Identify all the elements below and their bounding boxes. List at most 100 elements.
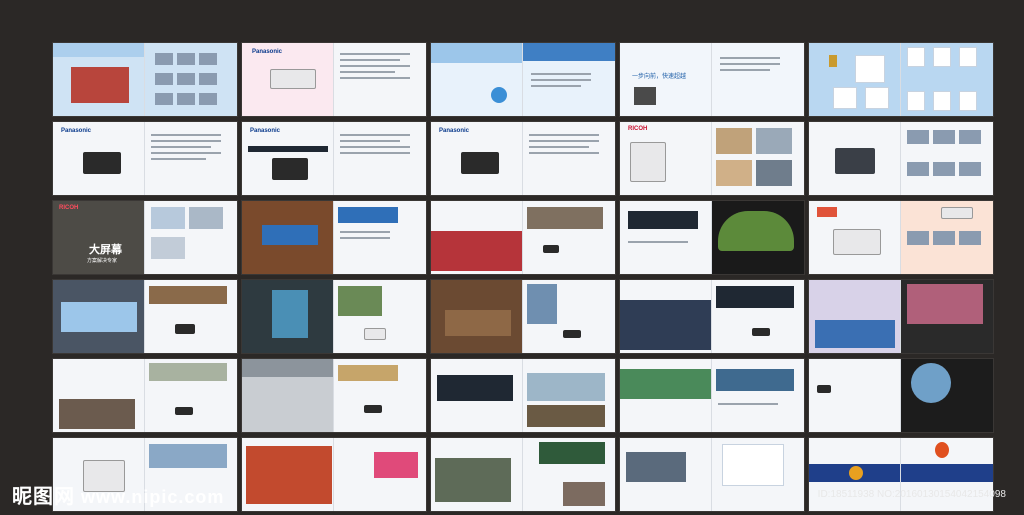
page-left: Panasonic [242, 43, 334, 116]
meeting-room-photo [431, 231, 523, 271]
diagram [151, 207, 185, 229]
page-right [900, 201, 993, 274]
flower-video-wall [246, 446, 332, 504]
page-left [809, 122, 901, 195]
photo [907, 130, 929, 144]
students-photo [563, 482, 605, 506]
page-left: 一步向前，快速超越 [620, 43, 712, 116]
page-right [522, 43, 615, 116]
spec-text [340, 152, 410, 154]
page-left [53, 359, 145, 432]
page-right [144, 122, 237, 195]
spread-r1c2: Panasonic [241, 42, 427, 117]
photo-frame [907, 47, 925, 67]
page-left [620, 201, 712, 274]
page-left: Panasonic [431, 122, 523, 195]
spread-r2c2: Panasonic [241, 121, 427, 196]
photo [933, 231, 955, 245]
display-photo [338, 365, 398, 381]
projector-image [835, 148, 875, 174]
page-left [809, 201, 901, 274]
spec-text [340, 140, 400, 142]
display-photo [272, 290, 308, 338]
building-photo [149, 444, 227, 468]
city-model-photo [527, 405, 605, 427]
page-left [809, 359, 901, 432]
spec-text [340, 53, 410, 55]
page-left [809, 280, 901, 353]
spec-text [340, 59, 400, 61]
projector-image [175, 407, 193, 415]
spec-text [151, 158, 206, 160]
page-right [900, 122, 993, 195]
whiteboard-image [630, 142, 666, 182]
body-text [720, 57, 780, 59]
page-left [431, 201, 523, 274]
photo [177, 73, 195, 85]
photo [177, 53, 195, 65]
image-id: ID:18511938 NO:20160130154042154098 [817, 489, 1006, 500]
page-right [522, 359, 615, 432]
page-left [431, 438, 523, 511]
spec-text [529, 146, 589, 148]
spread-r4c5 [808, 279, 994, 354]
photo-frame [959, 47, 977, 67]
page-right [333, 438, 426, 511]
spec-text [151, 146, 211, 148]
spread-r5c2 [241, 358, 427, 433]
body-text [531, 73, 591, 75]
photo [959, 162, 981, 176]
diagram [189, 207, 223, 229]
photo [155, 53, 173, 65]
conference-screen [262, 225, 318, 245]
watermark-logo: 昵图网 [12, 486, 75, 508]
spread-r6c2 [241, 437, 427, 512]
projector-image [461, 152, 499, 174]
photo-frame [933, 91, 951, 111]
photo [199, 93, 217, 105]
page-left [53, 280, 145, 353]
system-diagram [722, 444, 784, 486]
curved-screen-photo [718, 211, 794, 251]
panasonic-logo: Panasonic [439, 128, 470, 134]
spec-text [340, 146, 410, 148]
page-left: RICOH 大屏幕 方案解决专家 [53, 201, 145, 274]
body-text [718, 403, 778, 405]
exhibition-photo [437, 375, 513, 401]
photo [177, 93, 195, 105]
page-left [242, 359, 334, 432]
big-screen-subtitle: 方案解决专家 [87, 258, 118, 264]
office-photo [756, 160, 792, 186]
projector-image [270, 69, 316, 89]
screening-room-photo [61, 302, 137, 332]
spread-r2c1: Panasonic [52, 121, 238, 196]
spec-text [340, 65, 410, 67]
control-room-photo [716, 286, 794, 308]
page-right [900, 438, 993, 511]
page-right [522, 438, 615, 511]
banner-strip [248, 146, 328, 152]
photo [959, 130, 981, 144]
page-right [900, 359, 993, 432]
page-right [522, 122, 615, 195]
page-right [333, 43, 426, 116]
spread-r4c1 [52, 279, 238, 354]
spread-r6c3 [430, 437, 616, 512]
stage-photo [815, 320, 895, 348]
projector-image [941, 207, 973, 219]
page-right [711, 438, 804, 511]
photo-frame [833, 87, 857, 109]
page-right [333, 359, 426, 432]
page-right [144, 201, 237, 274]
page-left [242, 280, 334, 353]
page-left [809, 438, 901, 511]
page-right [711, 122, 804, 195]
display-photo [338, 286, 382, 316]
page-right [522, 280, 615, 353]
spread-r3c4 [619, 200, 805, 275]
company-logo [849, 466, 863, 480]
tower-photo [527, 284, 557, 324]
spread-r3c2 [241, 200, 427, 275]
office-photo [716, 160, 752, 186]
page-right [144, 359, 237, 432]
